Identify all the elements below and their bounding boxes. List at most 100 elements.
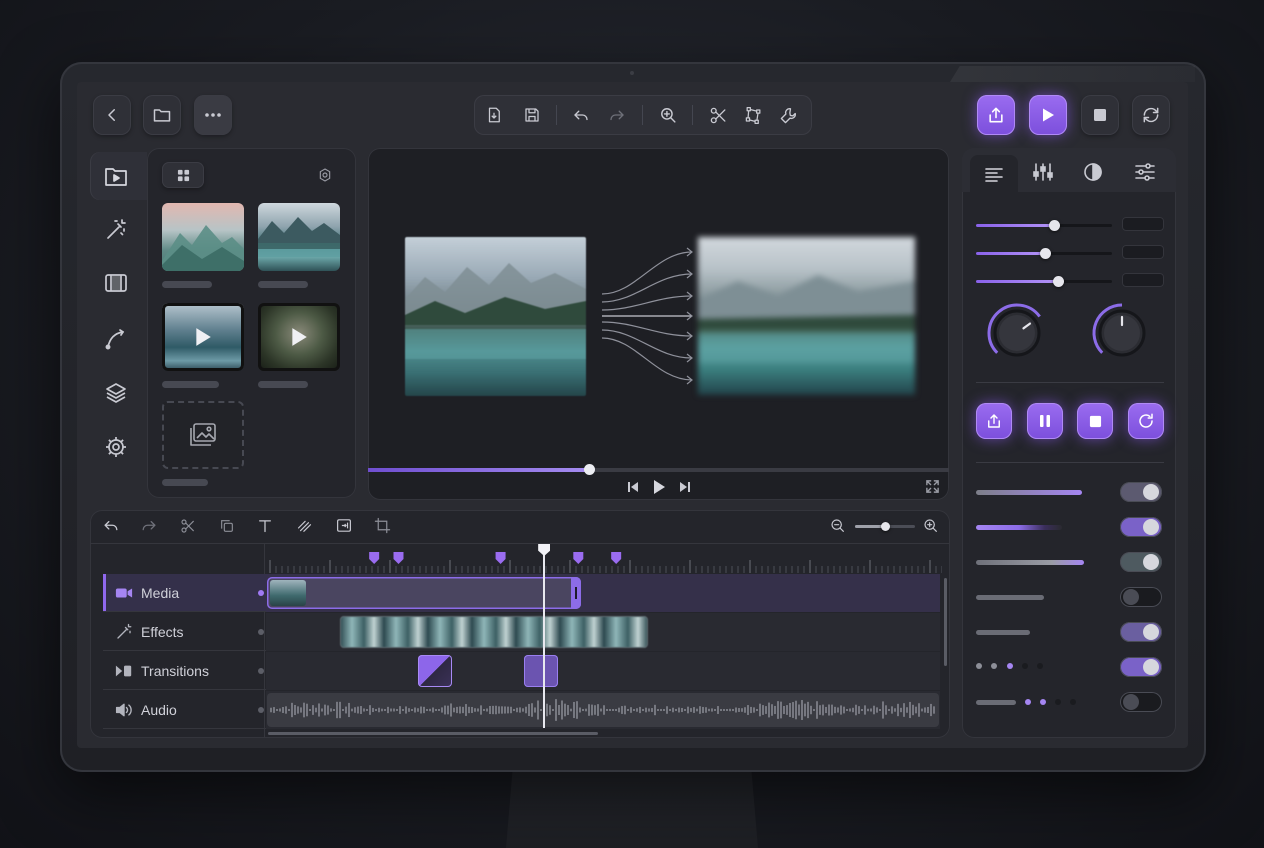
timeline-marker[interactable]	[611, 552, 622, 564]
skip-back-button[interactable]	[626, 480, 640, 494]
track-header-media[interactable]: Media	[103, 574, 277, 612]
track-header-effects[interactable]: Effects	[103, 613, 277, 651]
inspector-slider[interactable]	[976, 248, 1112, 259]
slider-knob[interactable]	[1048, 220, 1060, 231]
timeline-horizontal-scrollbar[interactable]	[268, 732, 598, 735]
play-button[interactable]	[1029, 95, 1067, 135]
inspector-reload-button[interactable]	[1128, 403, 1164, 439]
timeline-zoom-out-button[interactable]	[830, 518, 846, 534]
save-button[interactable]	[521, 104, 543, 126]
sidebar-tab-curves[interactable]	[99, 322, 133, 356]
add-media-slot[interactable]	[162, 401, 244, 469]
media-thumbnail[interactable]	[162, 203, 244, 271]
timeline-crop-button[interactable]	[374, 517, 391, 534]
inspector-slider[interactable]	[976, 276, 1112, 287]
effects-clip[interactable]	[340, 616, 648, 648]
playhead[interactable]	[538, 544, 551, 728]
setting-toggle[interactable]	[1120, 517, 1162, 537]
inspector-export-button[interactable]	[976, 403, 1012, 439]
sidebar-tab-clips[interactable]	[99, 266, 133, 300]
sidebar-tab-effects[interactable]	[99, 213, 133, 247]
import-button[interactable]	[483, 104, 505, 126]
timeline-marker[interactable]	[495, 552, 506, 564]
timeline-marker[interactable]	[393, 552, 404, 564]
clip-trim-handle[interactable]	[571, 577, 581, 609]
cut-button[interactable]	[707, 104, 729, 126]
inspector-stop-button[interactable]	[1077, 403, 1113, 439]
media-browser-panel	[147, 148, 356, 498]
value-field[interactable]	[1122, 273, 1164, 287]
timeline-redo-button[interactable]	[140, 518, 158, 534]
timeline-marker[interactable]	[369, 552, 380, 564]
sidebar-tab-layers[interactable]	[99, 376, 133, 410]
more-button[interactable]	[194, 95, 232, 135]
indicator-dot	[1007, 663, 1013, 669]
transition-clip[interactable]	[524, 655, 558, 687]
setting-toggle[interactable]	[1120, 552, 1162, 572]
transitions-track-lane	[266, 652, 940, 690]
preview-scrubber-knob[interactable]	[583, 464, 595, 475]
magic-wand-icon	[115, 623, 133, 641]
skip-forward-button[interactable]	[678, 480, 692, 494]
indicator-dot	[976, 663, 982, 669]
setting-toggle[interactable]	[1120, 657, 1162, 677]
timeline-slice-button[interactable]	[296, 518, 313, 534]
slider-knob[interactable]	[1052, 276, 1064, 287]
refresh-button[interactable]	[1132, 95, 1170, 135]
transition-clip[interactable]	[418, 655, 452, 687]
sidebar-tab-settings[interactable]	[99, 430, 133, 464]
inspector-tab-adjust[interactable]	[1134, 163, 1156, 181]
media-clip[interactable]	[267, 577, 581, 609]
preview-scrubber-track[interactable]	[368, 464, 949, 475]
preview-play-button[interactable]	[652, 479, 666, 495]
timeline-cut-button[interactable]	[180, 518, 196, 534]
inspector-tab-align[interactable]	[970, 155, 1018, 195]
timeline-zoom-in-button[interactable]	[923, 518, 939, 534]
tools-button[interactable]	[777, 104, 799, 126]
redo-button[interactable]	[606, 104, 628, 126]
setting-toggle[interactable]	[1120, 622, 1162, 642]
timeline-zoom-slider[interactable]	[855, 522, 915, 531]
timeline-marker[interactable]	[573, 552, 584, 564]
inspector-tab-contrast[interactable]	[1083, 162, 1103, 182]
setting-toggle[interactable]	[1120, 587, 1162, 607]
rotary-knob[interactable]	[1091, 302, 1153, 364]
time-ruler[interactable]	[266, 544, 942, 574]
timeline-panel: Media Effects Transitions Audio	[90, 510, 950, 738]
timeline-copy-button[interactable]	[219, 518, 235, 534]
back-button[interactable]	[93, 95, 131, 135]
setting-bar	[976, 595, 1044, 600]
timeline-text-button[interactable]	[257, 517, 273, 534]
audio-waveform[interactable]	[267, 693, 939, 727]
stop-button[interactable]	[1081, 95, 1119, 135]
media-settings-button[interactable]	[317, 167, 333, 183]
fullscreen-button[interactable]	[925, 479, 940, 494]
video-thumbnail[interactable]	[162, 303, 244, 371]
open-folder-button[interactable]	[143, 95, 181, 135]
setting-toggle[interactable]	[1120, 482, 1162, 502]
rotary-knob[interactable]	[986, 302, 1048, 364]
zoom-slider-knob[interactable]	[881, 522, 890, 531]
track-header-transitions[interactable]: Transitions	[103, 652, 277, 690]
transform-button[interactable]	[742, 104, 764, 126]
track-header-audio[interactable]: Audio	[103, 691, 277, 729]
inspector-pause-button[interactable]	[1027, 403, 1063, 439]
sidebar-tab-media[interactable]	[99, 159, 133, 193]
inspector-slider[interactable]	[976, 220, 1112, 231]
video-thumbnail[interactable]	[258, 303, 340, 371]
grid-view-button[interactable]	[162, 162, 204, 188]
toolbar-divider	[692, 105, 693, 125]
timeline-vertical-scrollbar[interactable]	[944, 578, 947, 666]
value-field[interactable]	[1122, 217, 1164, 231]
zoom-button[interactable]	[657, 104, 679, 126]
undo-button[interactable]	[570, 104, 592, 126]
export-button[interactable]	[977, 95, 1015, 135]
timeline-trim-button[interactable]	[335, 517, 353, 534]
setting-toggle[interactable]	[1120, 692, 1162, 712]
timeline-undo-button[interactable]	[102, 518, 120, 534]
copy-icon	[221, 520, 233, 532]
slider-knob[interactable]	[1040, 248, 1052, 259]
inspector-tab-mixer[interactable]	[1032, 162, 1054, 182]
value-field[interactable]	[1122, 245, 1164, 259]
media-thumbnail[interactable]	[258, 203, 340, 271]
